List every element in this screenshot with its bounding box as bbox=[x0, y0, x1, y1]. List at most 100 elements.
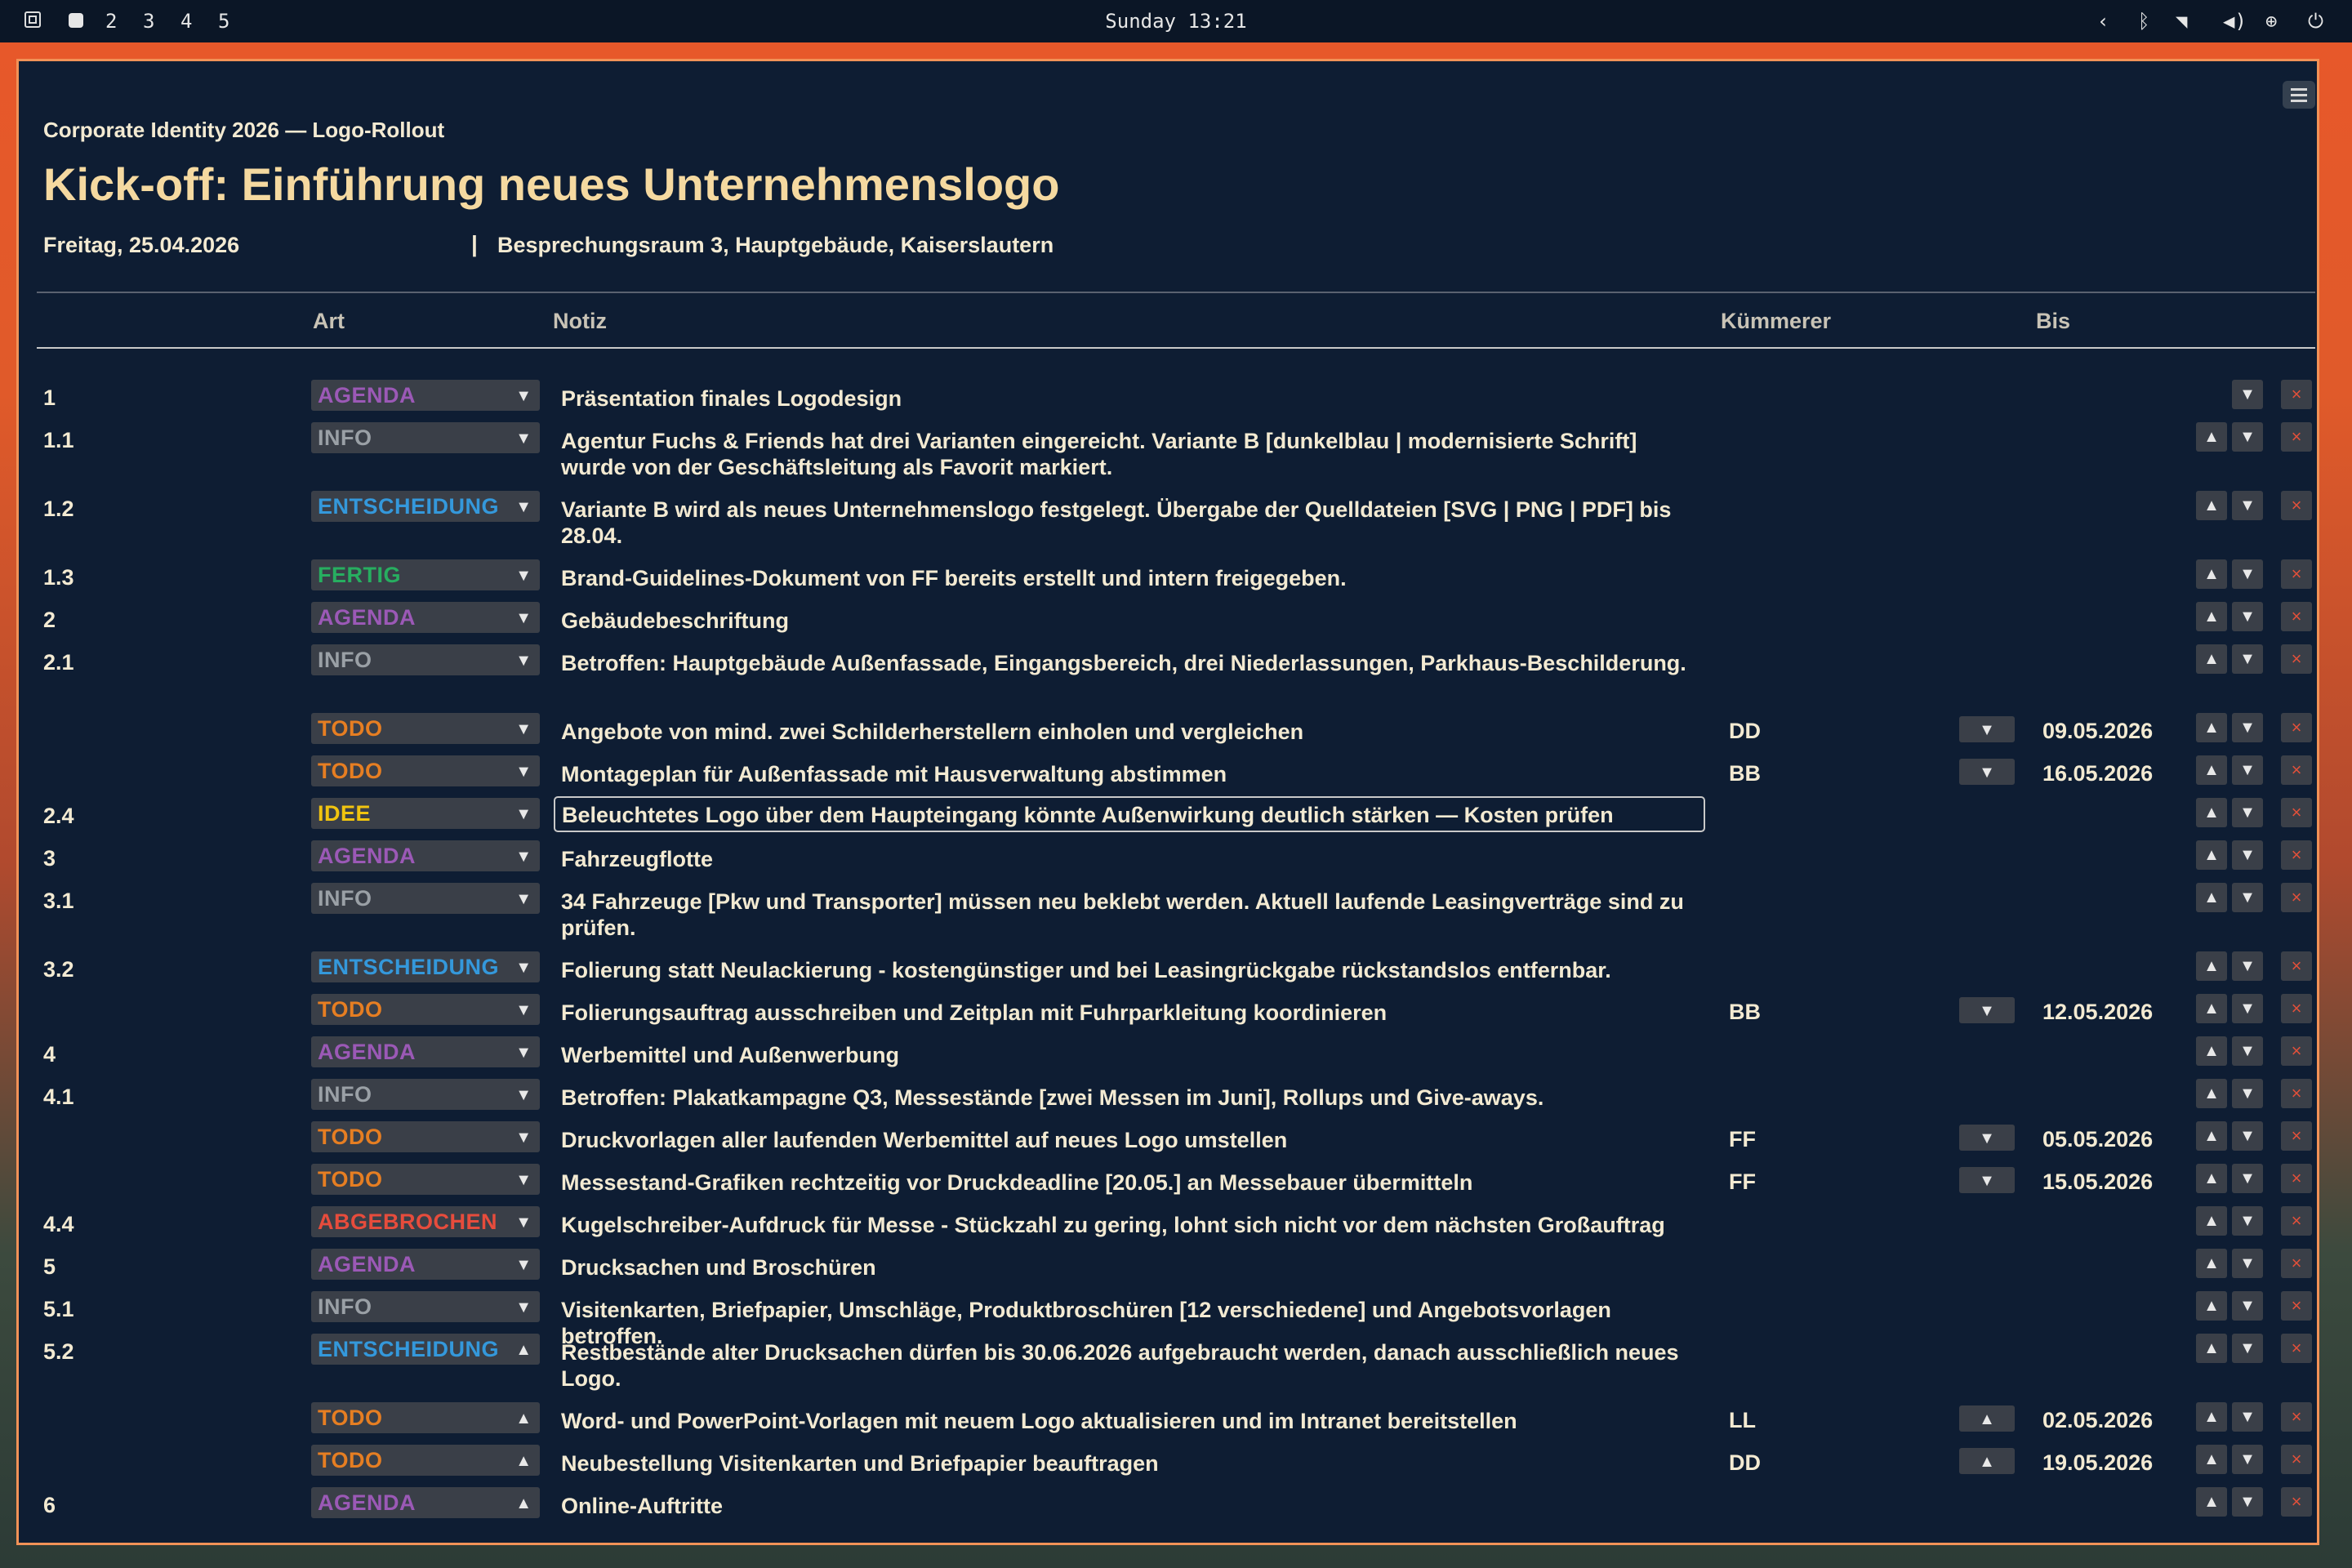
delete-icon[interactable]: × bbox=[2281, 1206, 2312, 1236]
type-select[interactable]: AGENDA ▲ bbox=[311, 1487, 540, 1518]
move-up-icon[interactable]: ▲ bbox=[2196, 755, 2227, 785]
move-down-icon[interactable]: ▼ bbox=[2232, 1079, 2263, 1108]
type-select[interactable]: TODO ▼ bbox=[311, 994, 540, 1025]
move-down-icon[interactable]: ▼ bbox=[2232, 1164, 2263, 1193]
move-up-icon[interactable]: ▲ bbox=[2196, 491, 2227, 520]
move-up-icon[interactable]: ▲ bbox=[2196, 713, 2227, 742]
note-text[interactable]: Werbemittel und Außenwerbung bbox=[561, 1042, 1704, 1068]
owner-select[interactable]: ▼ bbox=[1959, 1167, 2015, 1193]
move-up-icon[interactable]: ▲ bbox=[2196, 840, 2227, 870]
delete-icon[interactable]: × bbox=[2281, 951, 2312, 981]
move-down-icon[interactable]: ▼ bbox=[2232, 840, 2263, 870]
type-select[interactable]: FERTIG ▼ bbox=[311, 559, 540, 590]
note-text[interactable]: Angebote von mind. zwei Schilderherstell… bbox=[561, 719, 1704, 745]
note-text[interactable]: Montageplan für Außenfassade mit Hausver… bbox=[561, 761, 1704, 787]
note-text[interactable]: Betroffen: Hauptgebäude Außenfassade, Ei… bbox=[561, 650, 1704, 676]
delete-icon[interactable]: × bbox=[2281, 380, 2312, 409]
move-up-icon[interactable]: ▲ bbox=[2196, 994, 2227, 1023]
type-select[interactable]: TODO ▲ bbox=[311, 1445, 540, 1476]
note-text[interactable]: Messestand-Grafiken rechtzeitig vor Druc… bbox=[561, 1169, 1704, 1196]
move-up-icon[interactable]: ▲ bbox=[2196, 1121, 2227, 1151]
note-text[interactable]: Neubestellung Visitenkarten und Briefpap… bbox=[561, 1450, 1704, 1477]
note-text[interactable]: Gebäudebeschriftung bbox=[561, 608, 1704, 634]
move-up-icon[interactable]: ▲ bbox=[2196, 1206, 2227, 1236]
move-up-icon[interactable]: ▲ bbox=[2196, 644, 2227, 674]
move-down-icon[interactable]: ▼ bbox=[2232, 422, 2263, 452]
move-down-icon[interactable]: ▼ bbox=[2232, 491, 2263, 520]
move-up-icon[interactable]: ▲ bbox=[2196, 1445, 2227, 1474]
type-select[interactable]: ENTSCHEIDUNG ▼ bbox=[311, 491, 540, 522]
note-text[interactable]: Word- und PowerPoint-Vorlagen mit neuem … bbox=[561, 1408, 1704, 1434]
type-select[interactable]: AGENDA ▼ bbox=[311, 1249, 540, 1280]
move-down-icon[interactable]: ▼ bbox=[2232, 798, 2263, 827]
move-up-icon[interactable]: ▲ bbox=[2196, 1079, 2227, 1108]
owner-select[interactable]: ▲ bbox=[1959, 1405, 2015, 1432]
network-settings-icon[interactable]: ⊕ bbox=[2265, 0, 2277, 42]
move-down-icon[interactable]: ▼ bbox=[2232, 1036, 2263, 1066]
move-down-icon[interactable]: ▼ bbox=[2232, 602, 2263, 631]
note-text[interactable]: Präsentation finales Logodesign bbox=[561, 385, 1704, 412]
delete-icon[interactable]: × bbox=[2281, 559, 2312, 589]
move-down-icon[interactable]: ▼ bbox=[2232, 380, 2263, 409]
note-input-focused[interactable]: Beleuchtetes Logo über dem Haupteingang … bbox=[554, 796, 1705, 832]
wifi-icon[interactable]: ◥ bbox=[2176, 0, 2187, 42]
move-up-icon[interactable]: ▲ bbox=[2196, 1334, 2227, 1363]
type-select[interactable]: INFO ▼ bbox=[311, 644, 540, 675]
move-up-icon[interactable]: ▲ bbox=[2196, 1291, 2227, 1321]
delete-icon[interactable]: × bbox=[2281, 1334, 2312, 1363]
type-select[interactable]: ABGEBROCHEN ▼ bbox=[311, 1206, 540, 1237]
move-up-icon[interactable]: ▲ bbox=[2196, 1249, 2227, 1278]
move-up-icon[interactable]: ▲ bbox=[2196, 1402, 2227, 1432]
move-up-icon[interactable]: ▲ bbox=[2196, 559, 2227, 589]
delete-icon[interactable]: × bbox=[2281, 1487, 2312, 1517]
move-up-icon[interactable]: ▲ bbox=[2196, 798, 2227, 827]
delete-icon[interactable]: × bbox=[2281, 1291, 2312, 1321]
owner-select[interactable]: ▼ bbox=[1959, 997, 2015, 1023]
delete-icon[interactable]: × bbox=[2281, 1249, 2312, 1278]
move-down-icon[interactable]: ▼ bbox=[2232, 644, 2263, 674]
delete-icon[interactable]: × bbox=[2281, 755, 2312, 785]
delete-icon[interactable]: × bbox=[2281, 602, 2312, 631]
bluetooth-icon[interactable]: ᛒ bbox=[2138, 0, 2149, 42]
chevron-left-icon[interactable]: ‹ bbox=[2097, 0, 2109, 42]
power-icon[interactable]: ⏻ bbox=[2308, 0, 2323, 42]
move-up-icon[interactable]: ▲ bbox=[2196, 951, 2227, 981]
move-down-icon[interactable]: ▼ bbox=[2232, 951, 2263, 981]
delete-icon[interactable]: × bbox=[2281, 1164, 2312, 1193]
note-text[interactable]: Folierung statt Neulackierung - kostengü… bbox=[561, 957, 1704, 983]
move-down-icon[interactable]: ▼ bbox=[2232, 1249, 2263, 1278]
note-text[interactable]: Fahrzeugflotte bbox=[561, 846, 1704, 872]
move-up-icon[interactable]: ▲ bbox=[2196, 602, 2227, 631]
hamburger-menu-icon[interactable] bbox=[2283, 81, 2315, 109]
type-select[interactable]: AGENDA ▼ bbox=[311, 380, 540, 411]
delete-icon[interactable]: × bbox=[2281, 1036, 2312, 1066]
note-text[interactable]: Brand-Guidelines-Dokument von FF bereits… bbox=[561, 565, 1704, 591]
move-down-icon[interactable]: ▼ bbox=[2232, 713, 2263, 742]
note-text[interactable]: Kugelschreiber-Aufdruck für Messe - Stüc… bbox=[561, 1212, 1704, 1238]
type-select[interactable]: ENTSCHEIDUNG ▼ bbox=[311, 951, 540, 982]
note-text[interactable]: 34 Fahrzeuge [Pkw und Transporter] müsse… bbox=[561, 889, 1704, 941]
delete-icon[interactable]: × bbox=[2281, 713, 2312, 742]
owner-select[interactable]: ▼ bbox=[1959, 1125, 2015, 1151]
note-text[interactable]: Variante B wird als neues Unternehmenslo… bbox=[561, 497, 1704, 549]
note-text[interactable]: Folierungsauftrag ausschreiben und Zeitp… bbox=[561, 1000, 1704, 1026]
type-select[interactable]: TODO ▼ bbox=[311, 755, 540, 786]
note-text[interactable]: Druckvorlagen aller laufenden Werbemitte… bbox=[561, 1127, 1704, 1153]
move-down-icon[interactable]: ▼ bbox=[2232, 1445, 2263, 1474]
delete-icon[interactable]: × bbox=[2281, 798, 2312, 827]
move-down-icon[interactable]: ▼ bbox=[2232, 1121, 2263, 1151]
type-select[interactable]: INFO ▼ bbox=[311, 1291, 540, 1322]
move-down-icon[interactable]: ▼ bbox=[2232, 994, 2263, 1023]
move-down-icon[interactable]: ▼ bbox=[2232, 1291, 2263, 1321]
delete-icon[interactable]: × bbox=[2281, 644, 2312, 674]
owner-select[interactable]: ▼ bbox=[1959, 759, 2015, 785]
type-select[interactable]: ENTSCHEIDUNG ▲ bbox=[311, 1334, 540, 1365]
delete-icon[interactable]: × bbox=[2281, 840, 2312, 870]
type-select[interactable]: AGENDA ▼ bbox=[311, 840, 540, 871]
note-text[interactable]: Restbestände alter Drucksachen dürfen bi… bbox=[561, 1339, 1704, 1392]
delete-icon[interactable]: × bbox=[2281, 994, 2312, 1023]
move-down-icon[interactable]: ▼ bbox=[2232, 755, 2263, 785]
move-up-icon[interactable]: ▲ bbox=[2196, 1487, 2227, 1517]
move-up-icon[interactable]: ▲ bbox=[2196, 1164, 2227, 1193]
move-down-icon[interactable]: ▼ bbox=[2232, 1206, 2263, 1236]
